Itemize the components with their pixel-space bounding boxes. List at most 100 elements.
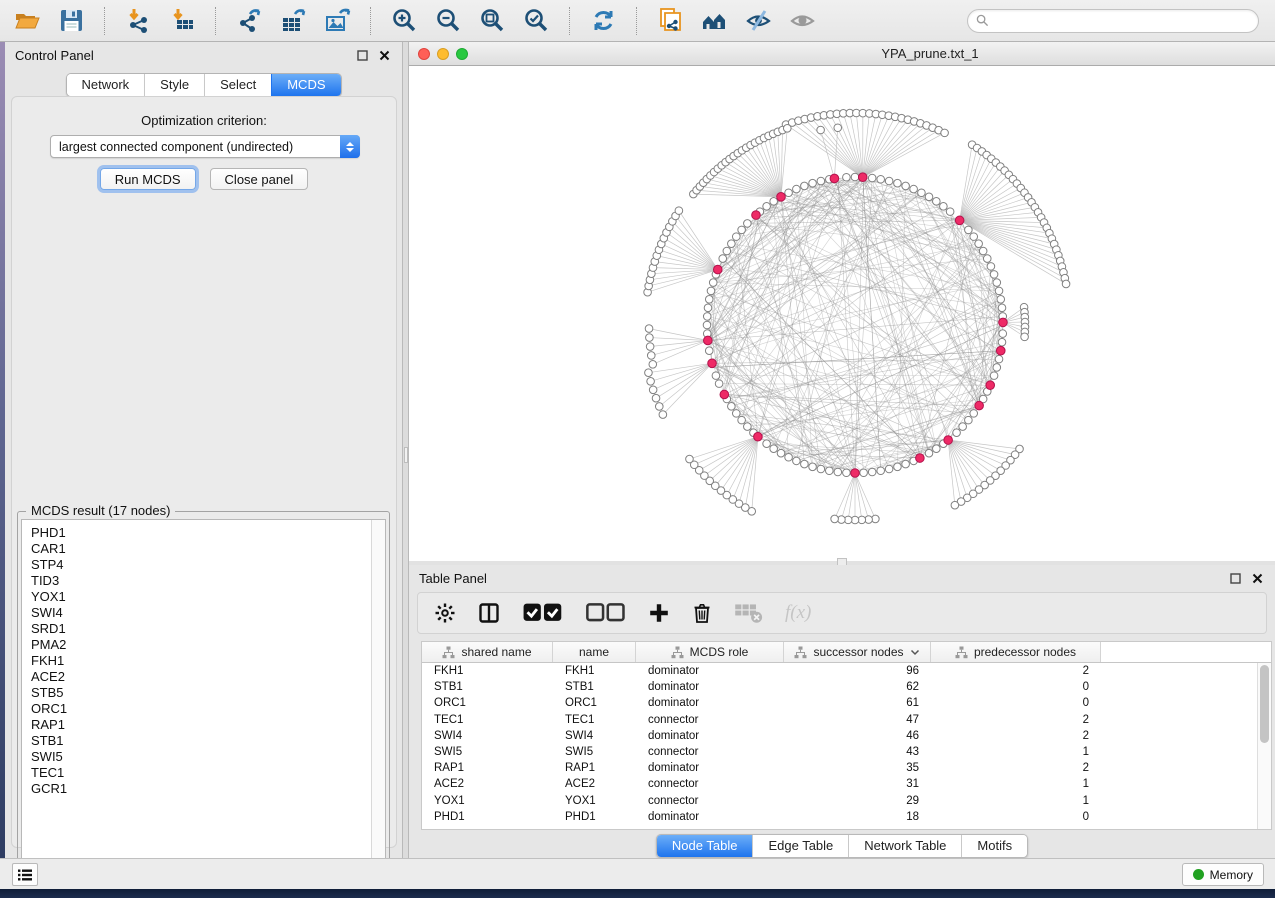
- delete-rows-icon[interactable]: [692, 600, 712, 626]
- vertical-splitter-handle[interactable]: [404, 447, 408, 463]
- mcds-result-item[interactable]: TEC1: [31, 765, 385, 781]
- table-scrollbar-thumb[interactable]: [1260, 665, 1269, 743]
- hide-selected-icon[interactable]: [741, 6, 775, 36]
- tab-motifs[interactable]: Motifs: [961, 835, 1027, 857]
- mcds-result-item[interactable]: ORC1: [31, 701, 385, 717]
- mcds-result-item[interactable]: TID3: [31, 573, 385, 589]
- mcds-result-list[interactable]: PHD1CAR1STP4TID3YOX1SWI4SRD1PMA2FKH1ACE2…: [21, 519, 386, 877]
- mcds-result-item[interactable]: SWI4: [31, 605, 385, 621]
- mcds-result-item[interactable]: PMA2: [31, 637, 385, 653]
- mcds-result-item[interactable]: PHD1: [31, 525, 385, 541]
- mcds-hub-node[interactable]: [858, 173, 867, 182]
- search-input[interactable]: [994, 11, 1250, 31]
- mcds-hub-node[interactable]: [986, 381, 995, 390]
- zoom-selected-icon[interactable]: [519, 6, 553, 36]
- deselect-all-icon[interactable]: [585, 600, 626, 626]
- mcds-result-item[interactable]: STP4: [31, 557, 385, 573]
- table-row[interactable]: RAP1RAP1dominator352: [422, 760, 1271, 776]
- table-settings-icon[interactable]: [434, 600, 456, 626]
- mcds-hub-node[interactable]: [704, 336, 713, 345]
- mcds-hub-node[interactable]: [713, 265, 722, 274]
- table-cell: 0: [931, 681, 1101, 693]
- mcds-hub-node[interactable]: [777, 193, 786, 202]
- select-all-icon[interactable]: [522, 600, 563, 626]
- table-row[interactable]: PHD1PHD1dominator180: [422, 809, 1271, 825]
- network-graph[interactable]: [409, 66, 1275, 561]
- tab-network[interactable]: Network: [66, 74, 144, 96]
- new-network-from-selection-icon[interactable]: [653, 6, 687, 36]
- show-all-icon[interactable]: [785, 6, 819, 36]
- table-row[interactable]: FKH1FKH1dominator962: [422, 663, 1271, 679]
- table-scrollbar[interactable]: [1257, 663, 1271, 829]
- mcds-result-item[interactable]: STB1: [31, 733, 385, 749]
- mcds-hub-node[interactable]: [754, 432, 763, 441]
- mcds-list-scrollbar[interactable]: [371, 520, 385, 876]
- float-panel-icon[interactable]: [354, 47, 370, 63]
- column-header-predecessor-nodes[interactable]: predecessor nodes: [931, 642, 1101, 662]
- mcds-result-item[interactable]: YOX1: [31, 589, 385, 605]
- column-header-MCDS-role[interactable]: MCDS role: [636, 642, 784, 662]
- mcds-result-item[interactable]: RAP1: [31, 717, 385, 733]
- refresh-layout-icon[interactable]: [586, 6, 620, 36]
- export-network-icon[interactable]: [232, 6, 266, 36]
- table-cell: ORC1: [422, 697, 553, 709]
- close-table-panel-icon[interactable]: [1249, 570, 1265, 586]
- add-row-icon[interactable]: [648, 600, 670, 626]
- table-row[interactable]: ORC1ORC1dominator610: [422, 695, 1271, 711]
- mcds-hub-node[interactable]: [830, 174, 839, 183]
- mcds-hub-node[interactable]: [996, 346, 1005, 355]
- float-table-panel-icon[interactable]: [1227, 570, 1243, 586]
- mcds-hub-node[interactable]: [999, 318, 1008, 327]
- task-history-button[interactable]: [12, 863, 38, 886]
- mcds-hub-node[interactable]: [720, 390, 729, 399]
- table-row[interactable]: ACE2ACE2connector311: [422, 776, 1271, 792]
- table-row[interactable]: YOX1YOX1connector291: [422, 793, 1271, 809]
- search-box[interactable]: [967, 9, 1259, 33]
- close-panel-button[interactable]: Close panel: [210, 168, 309, 190]
- save-session-icon[interactable]: [54, 6, 88, 36]
- column-header-successor-nodes[interactable]: successor nodes: [784, 642, 931, 662]
- mcds-hub-node[interactable]: [752, 211, 761, 220]
- mcds-result-item[interactable]: ACE2: [31, 669, 385, 685]
- column-header-shared-name[interactable]: shared name: [422, 642, 553, 662]
- tab-style[interactable]: Style: [144, 74, 204, 96]
- mcds-hub-node[interactable]: [975, 401, 984, 410]
- import-table-icon[interactable]: [165, 6, 199, 36]
- select-stepper-icon: [340, 135, 360, 158]
- mcds-hub-node[interactable]: [955, 216, 964, 225]
- optimization-criterion-select[interactable]: largest connected component (undirected): [50, 135, 360, 158]
- zoom-in-icon[interactable]: [387, 6, 421, 36]
- mcds-result-item[interactable]: STB5: [31, 685, 385, 701]
- table-row[interactable]: SWI5SWI5connector431: [422, 744, 1271, 760]
- column-header-name[interactable]: name: [553, 642, 636, 662]
- mcds-result-item[interactable]: SRD1: [31, 621, 385, 637]
- zoom-fit-icon[interactable]: [475, 6, 509, 36]
- mcds-result-item[interactable]: FKH1: [31, 653, 385, 669]
- mcds-hub-node[interactable]: [708, 359, 717, 368]
- show-hide-columns-icon[interactable]: [478, 600, 500, 626]
- mcds-hub-node[interactable]: [916, 454, 925, 463]
- tab-edge-table[interactable]: Edge Table: [752, 835, 848, 857]
- tab-select[interactable]: Select: [204, 74, 271, 96]
- table-row[interactable]: TEC1TEC1connector472: [422, 712, 1271, 728]
- open-file-icon[interactable]: [10, 6, 44, 36]
- memory-button[interactable]: Memory: [1182, 863, 1264, 886]
- mcds-result-item[interactable]: SWI5: [31, 749, 385, 765]
- table-cell: 2: [931, 730, 1101, 742]
- import-network-icon[interactable]: [121, 6, 155, 36]
- close-panel-icon[interactable]: [376, 47, 392, 63]
- tab-network-table[interactable]: Network Table: [848, 835, 961, 857]
- table-row[interactable]: SWI4SWI4dominator462: [422, 728, 1271, 744]
- tab-mcds[interactable]: MCDS: [271, 74, 340, 96]
- mcds-result-item[interactable]: CAR1: [31, 541, 385, 557]
- mcds-hub-node[interactable]: [851, 469, 860, 478]
- export-image-icon[interactable]: [320, 6, 354, 36]
- first-neighbors-icon[interactable]: [697, 6, 731, 36]
- mcds-hub-node[interactable]: [944, 436, 953, 445]
- tab-node-table[interactable]: Node Table: [657, 835, 753, 857]
- table-row[interactable]: STB1STB1dominator620: [422, 679, 1271, 695]
- run-mcds-button[interactable]: Run MCDS: [100, 168, 196, 190]
- mcds-result-item[interactable]: GCR1: [31, 781, 385, 797]
- zoom-out-icon[interactable]: [431, 6, 465, 36]
- export-table-icon[interactable]: [276, 6, 310, 36]
